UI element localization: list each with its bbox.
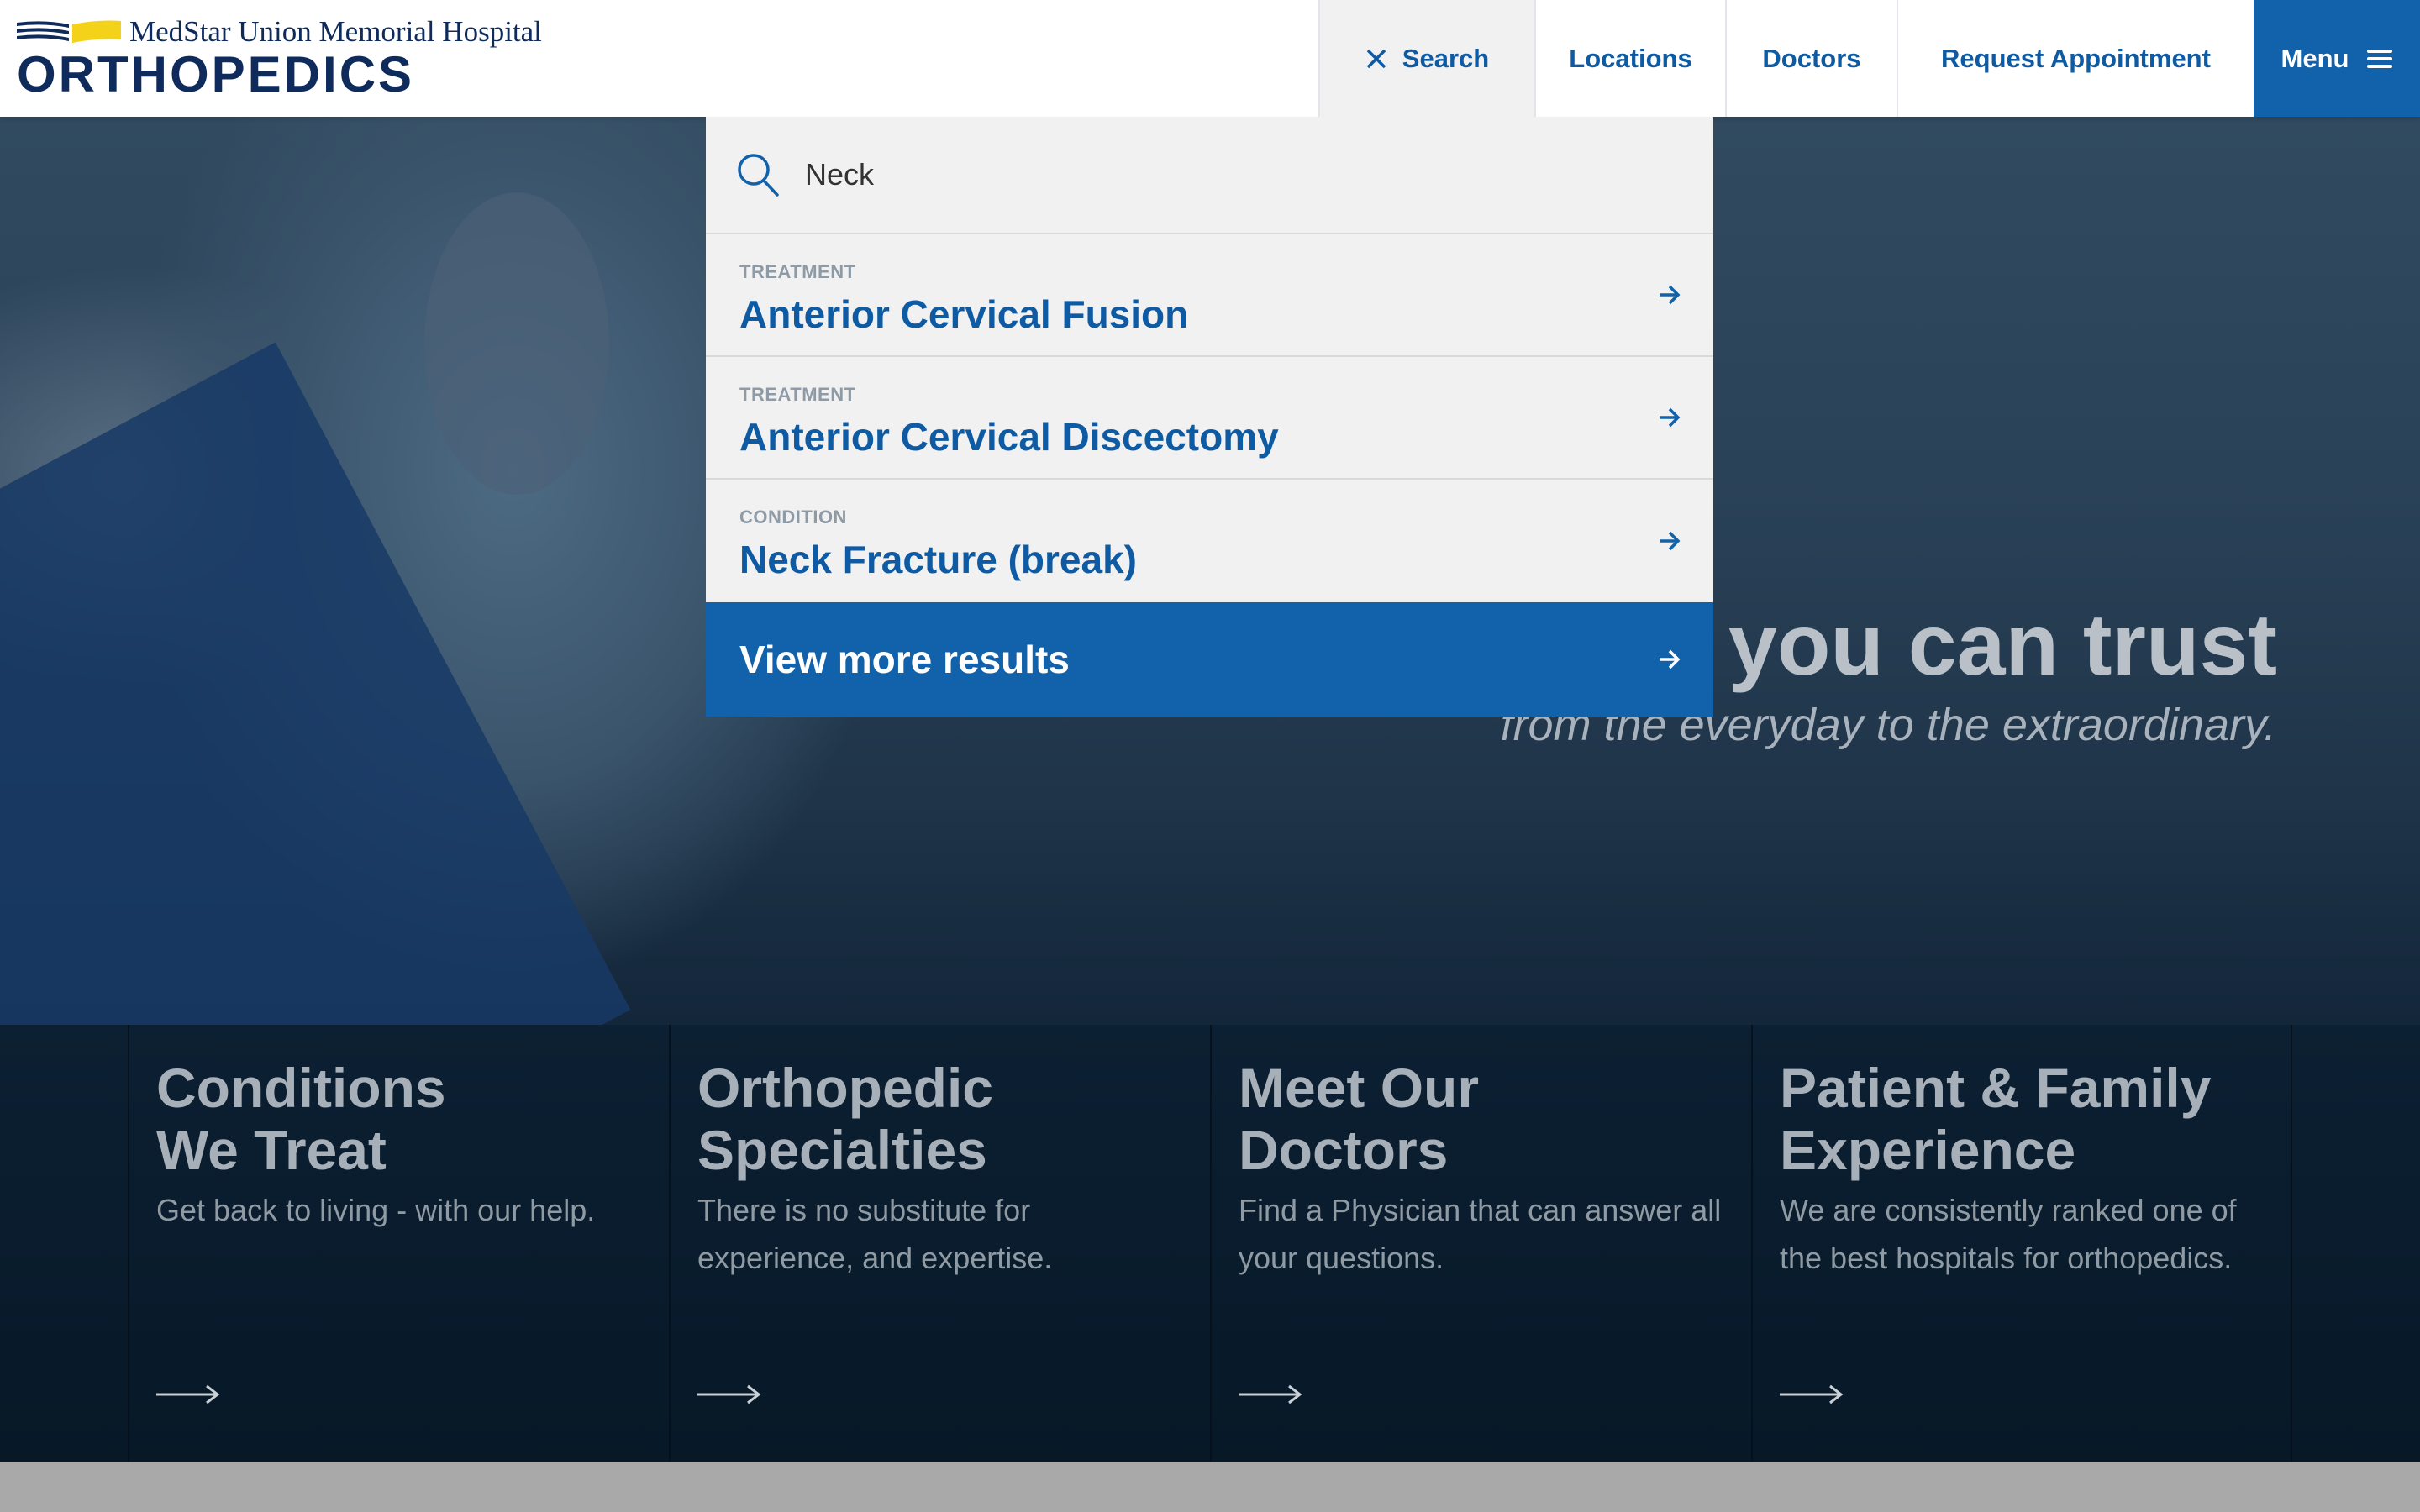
arrow-right-icon [1660,649,1681,669]
arrow-right-icon[interactable] [156,1384,220,1404]
arrow-right-icon [1660,407,1681,428]
card-title: Meet Our Doctors [1239,1057,1480,1181]
search-input[interactable] [803,156,1563,193]
feature-cards: Conditions We Treat Get back to living -… [0,1025,2420,1462]
search-toggle-label: Search [1402,43,1490,73]
hero-headline: you can trust [1728,596,2277,694]
nav-doctors[interactable]: Doctors [1725,0,1897,117]
arrow-right-icon[interactable] [1780,1384,1844,1404]
search-dropdown: TREATMENT Anterior Cervical Fusion TREAT… [706,117,1713,717]
close-icon [1366,49,1386,68]
hamburger-icon [2367,49,2393,68]
card-title: Patient & Family Experience [1780,1057,2212,1181]
arrow-right-icon[interactable] [697,1384,761,1404]
arrow-right-icon [1660,285,1681,305]
menu-button[interactable]: Menu [2254,0,2420,117]
arrow-right-icon [1660,531,1681,551]
view-more-label: View more results [739,638,1070,681]
menu-label: Menu [2281,43,2349,73]
card-patient-experience[interactable]: Patient & Family Experience We are consi… [1751,1025,2292,1462]
hero-photo-ear [424,192,609,495]
card-description: We are consistently ranked one of the be… [1780,1193,2237,1275]
site-header: MedStar Union Memorial Hospital ORTHOPED… [0,0,2420,117]
card-description: Find a Physician that can answer all you… [1239,1193,1722,1275]
view-more-results-button[interactable]: View more results [706,602,1713,717]
search-icon [738,154,779,197]
arrow-right-icon[interactable] [1239,1384,1302,1404]
card-title: Orthopedic Specialties [697,1057,994,1181]
search-result-item[interactable]: TREATMENT Anterior Cervical Fusion [706,234,1713,357]
card-conditions[interactable]: Conditions We Treat Get back to living -… [128,1025,669,1462]
card-description: There is no substitute for experience, a… [697,1193,1053,1275]
result-title: Neck Fracture (break) [739,538,1137,581]
site-logo[interactable]: MedStar Union Memorial Hospital ORTHOPED… [17,15,542,102]
search-result-item[interactable]: CONDITION Neck Fracture (break) [706,480,1713,602]
search-toggle-button[interactable]: Search [1318,0,1534,117]
search-result-item[interactable]: TREATMENT Anterior Cervical Discectomy [706,357,1713,480]
medstar-logo-icon [17,20,121,43]
search-bar [706,117,1713,234]
card-title: Conditions We Treat [156,1057,446,1181]
department-name: ORTHOPEDICS [17,46,415,102]
result-category: TREATMENT [739,261,856,282]
card-specialties[interactable]: Orthopedic Specialties There is no subst… [669,1025,1210,1462]
result-title: Anterior Cervical Fusion [739,292,1189,336]
card-doctors[interactable]: Meet Our Doctors Find a Physician that c… [1210,1025,1751,1462]
card-description: Get back to living - with our help. [156,1193,596,1227]
main-nav: Search Locations Doctors Request Appoint… [1318,0,2420,117]
nav-request-appointment[interactable]: Request Appointment [1897,0,2254,117]
result-category: CONDITION [739,507,847,528]
result-category: TREATMENT [739,384,856,405]
nav-locations[interactable]: Locations [1534,0,1725,117]
hospital-name: MedStar Union Memorial Hospital [129,15,542,48]
result-title: Anterior Cervical Discectomy [739,415,1279,459]
